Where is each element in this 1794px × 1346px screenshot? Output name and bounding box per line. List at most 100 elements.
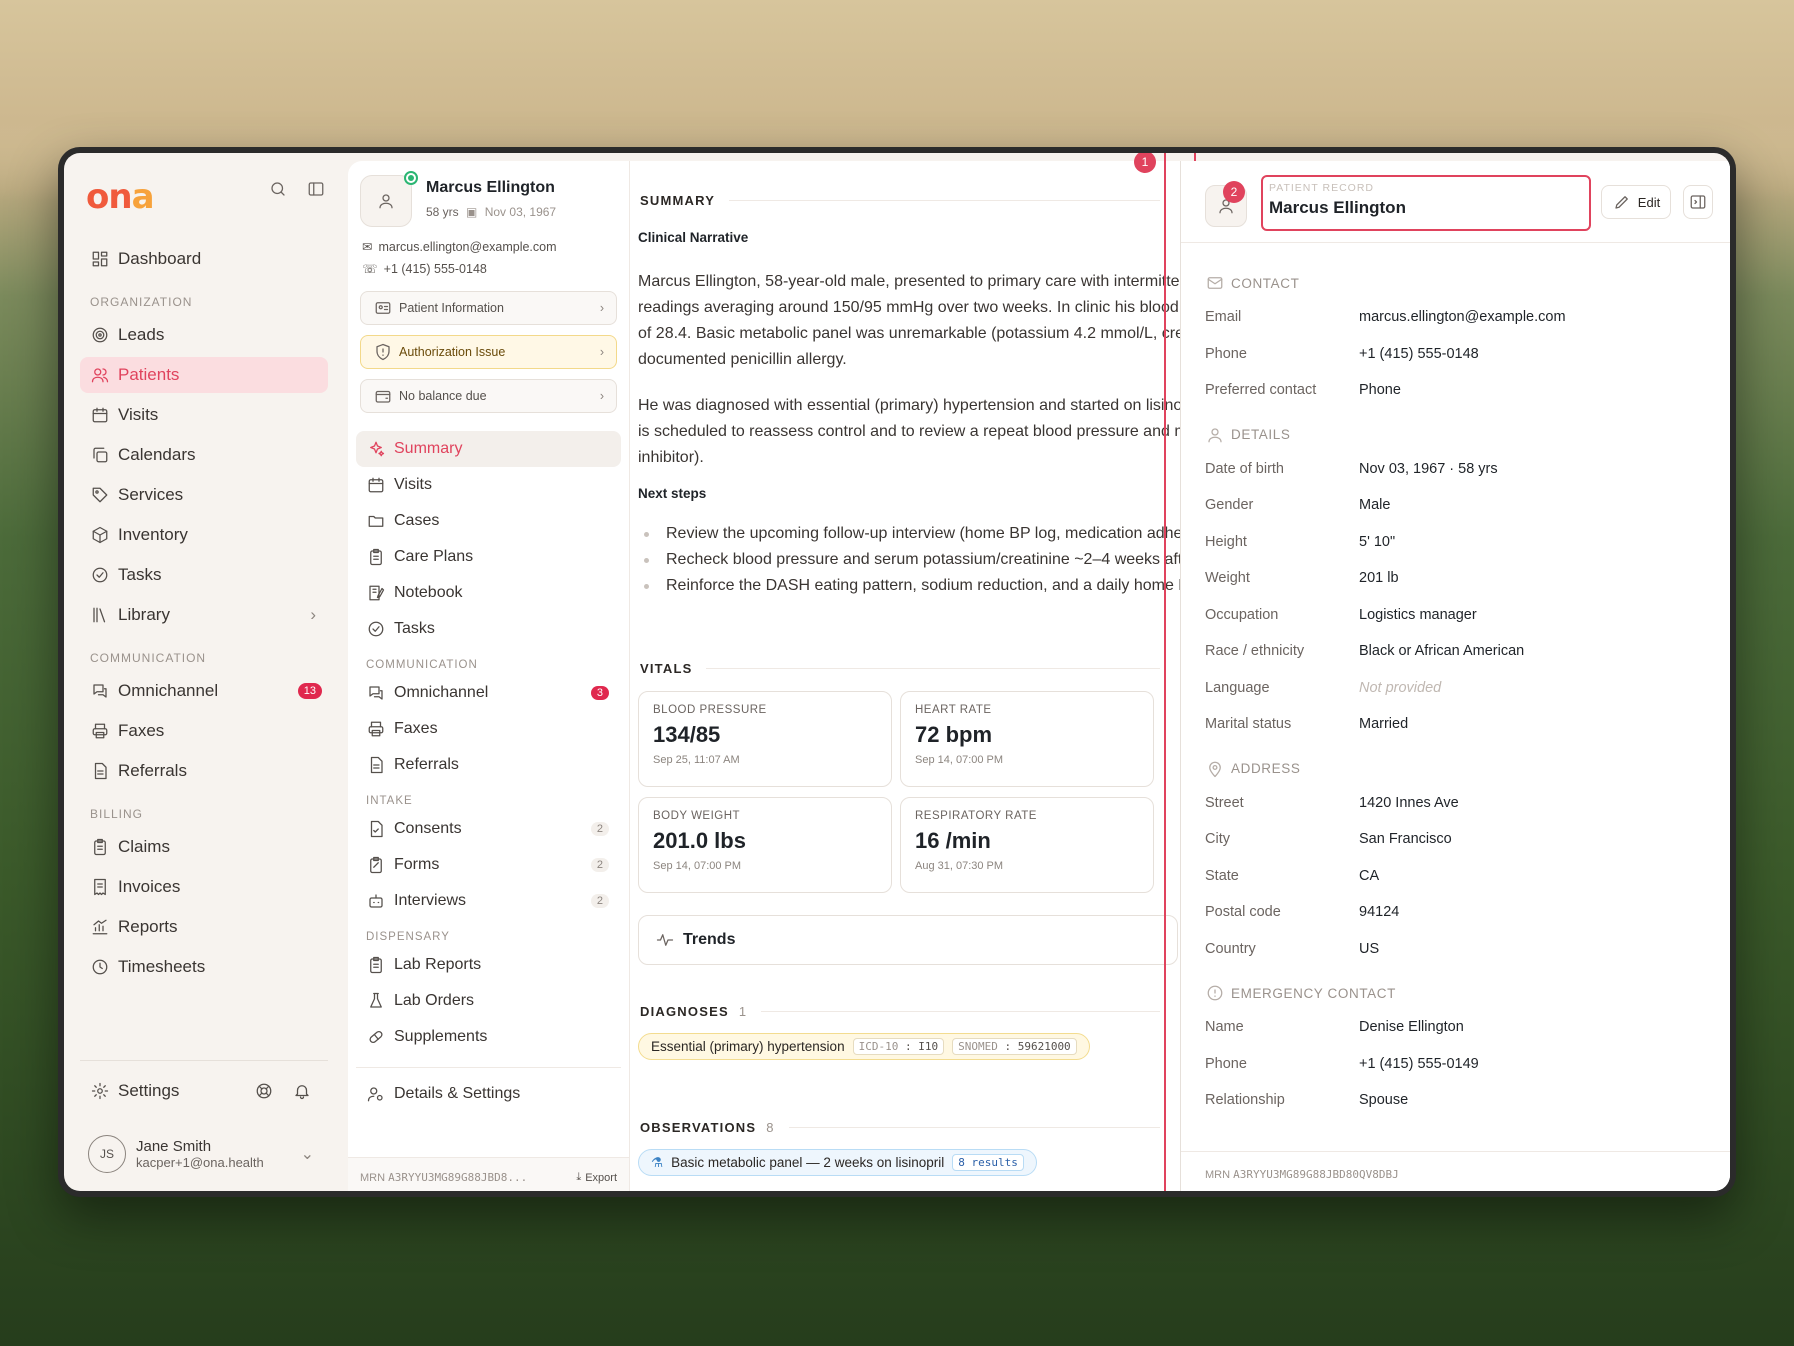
tab-cases[interactable]: Cases: [356, 503, 621, 539]
chart-icon: [90, 917, 110, 937]
sidebar-toggle-icon[interactable]: [306, 179, 326, 199]
record-row: Height 5' 10": [1205, 524, 1710, 561]
field-value: 5' 10": [1359, 533, 1396, 550]
sidebar-item-tasks[interactable]: Tasks: [80, 557, 328, 593]
observation-chip[interactable]: ⚗ Basic metabolic panel — 2 weeks on lis…: [638, 1149, 1037, 1176]
patient-meta: 58 yrs ▣ Nov 03, 1967: [426, 205, 556, 219]
field-value: San Francisco: [1359, 831, 1452, 848]
panel-right-icon: [1688, 192, 1708, 212]
patient-phone[interactable]: ☏ +1 (415) 555-0148: [362, 261, 487, 277]
tab-lab-reports[interactable]: Lab Reports: [356, 947, 621, 983]
pencil-icon: [1612, 192, 1632, 212]
sidebar-item-library[interactable]: Library ›: [80, 597, 328, 633]
section-title-text: DETAILS: [1231, 427, 1291, 442]
field-value: Spouse: [1359, 1092, 1409, 1109]
export-button[interactable]: ⤓ Export: [576, 1171, 617, 1184]
diagnosis-chip[interactable]: Essential (primary) hypertension ICD-10 …: [638, 1033, 1090, 1060]
observations-heading-text: OBSERVATIONS: [640, 1120, 757, 1135]
sidebar-item-label: Patients: [118, 365, 180, 384]
sidebar-item-label: Settings: [118, 1081, 180, 1100]
tab-label: Notebook: [394, 584, 463, 601]
record-row: State CA: [1205, 858, 1710, 895]
notebook-pen-icon: [366, 583, 386, 603]
tab-faxes[interactable]: Faxes: [356, 711, 621, 747]
document-icon: [90, 761, 110, 781]
sidebar-item-faxes[interactable]: Faxes: [80, 713, 328, 749]
tab-referrals[interactable]: Referrals: [356, 747, 621, 783]
search-icon[interactable]: [268, 179, 288, 199]
field-value[interactable]: +1 (415) 555-0149: [1359, 1056, 1479, 1072]
tab-care-plans[interactable]: Care Plans: [356, 539, 621, 575]
bell-icon[interactable]: [292, 1081, 312, 1101]
field-value[interactable]: marcus.ellington@example.com: [1359, 309, 1566, 325]
tab-lab-orders[interactable]: Lab Orders: [356, 983, 621, 1019]
snomed-key: SNOMED: [958, 1040, 998, 1053]
sidebar-item-label: Calendars: [118, 445, 196, 464]
tab-omnichannel[interactable]: Omnichannel 3: [356, 675, 621, 711]
collapse-panel-button[interactable]: [1683, 185, 1713, 219]
field-value: Male: [1359, 497, 1391, 514]
field-value: Logistics manager: [1359, 606, 1477, 623]
sidebar-item-reports[interactable]: Reports: [80, 909, 328, 945]
tab-consents[interactable]: Consents 2: [356, 811, 621, 847]
field-label: Language: [1205, 679, 1270, 696]
sidebar-item-inventory[interactable]: Inventory: [80, 517, 328, 553]
balance-button[interactable]: No balance due ›: [360, 379, 617, 413]
sidebar-item-label: Inventory: [118, 525, 188, 544]
tab-forms[interactable]: Forms 2: [356, 847, 621, 883]
tab-interviews[interactable]: Interviews 2: [356, 883, 621, 919]
tab-details-settings[interactable]: Details & Settings: [356, 1076, 621, 1112]
tab-summary[interactable]: Summary: [356, 431, 621, 467]
trends-button[interactable]: Trends: [638, 915, 1178, 965]
sidebar-item-leads[interactable]: Leads: [80, 317, 328, 353]
chat-icon: [366, 683, 386, 703]
contact-section-title: CONTACT: [1205, 267, 1710, 299]
diagnosis-name: Essential (primary) hypertension: [651, 1039, 845, 1054]
sidebar-item-invoices[interactable]: Invoices: [80, 869, 328, 905]
main-sidebar: ona Dashboard ORGANIZATION Leads Patient…: [64, 153, 338, 1191]
patient-name: Marcus Ellington: [426, 179, 555, 196]
help-lifebuoy-icon[interactable]: [254, 1081, 274, 1101]
button-label: Patient Information: [399, 301, 504, 315]
tab-visits[interactable]: Visits: [356, 467, 621, 503]
sidebar-item-calendars[interactable]: Calendars: [80, 437, 328, 473]
sidebar-item-patients[interactable]: Patients: [80, 357, 328, 393]
vital-card-heart-rate[interactable]: HEART RATE 72 bpm Sep 14, 07:00 PM: [900, 691, 1154, 787]
sidebar-item-omnichannel[interactable]: Omnichannel 13: [80, 673, 328, 709]
sidebar-item-label: Library: [118, 605, 170, 624]
sidebar-item-timesheets[interactable]: Timesheets: [80, 949, 328, 985]
sidebar-item-referrals[interactable]: Referrals: [80, 753, 328, 789]
field-value: Nov 03, 1967 · 58 yrs: [1359, 460, 1498, 477]
gear-icon: [90, 1081, 110, 1101]
record-title-field[interactable]: PATIENT RECORD Marcus Ellington: [1261, 175, 1591, 231]
field-value[interactable]: +1 (415) 555-0148: [1359, 346, 1479, 362]
sidebar-item-label: Reports: [118, 917, 178, 936]
sparkles-icon: [366, 439, 386, 459]
patient-information-button[interactable]: Patient Information ›: [360, 291, 617, 325]
vital-card-respiratory-rate[interactable]: RESPIRATORY RATE 16 /min Aug 31, 07:30 P…: [900, 797, 1154, 893]
library-icon: [90, 605, 110, 625]
chevron-down-icon[interactable]: ⌄: [301, 1144, 314, 1164]
tab-tasks[interactable]: Tasks: [356, 611, 621, 647]
sidebar-item-dashboard[interactable]: Dashboard: [80, 241, 328, 277]
field-label: Gender: [1205, 497, 1254, 514]
sidebar-item-claims[interactable]: Claims: [80, 829, 328, 865]
summary-heading: SUMMARY: [640, 193, 1160, 208]
field-label: Relationship: [1205, 1092, 1285, 1109]
icd-key: ICD-10: [858, 1040, 899, 1053]
user-menu[interactable]: JS Jane Smith kacper+1@ona.health ⌄: [80, 1113, 328, 1191]
edit-button[interactable]: Edit: [1601, 185, 1671, 219]
chat-icon: [90, 681, 110, 701]
tab-notebook[interactable]: Notebook: [356, 575, 621, 611]
target-icon: [90, 325, 110, 345]
sidebar-item-visits[interactable]: Visits: [80, 397, 328, 433]
tab-supplements[interactable]: Supplements: [356, 1019, 621, 1055]
ona-logo[interactable]: ona: [86, 177, 155, 217]
sidebar-item-services[interactable]: Services: [80, 477, 328, 513]
patient-phone-text: +1 (415) 555-0148: [383, 261, 487, 276]
vital-card-blood-pressure[interactable]: BLOOD PRESSURE 134/85 Sep 25, 11:07 AM: [638, 691, 892, 787]
patient-email[interactable]: ✉ marcus.ellington@example.com: [362, 239, 557, 255]
sidebar-item-settings[interactable]: Settings: [80, 1073, 328, 1109]
authorization-issue-button[interactable]: Authorization Issue ›: [360, 335, 617, 369]
vital-card-body-weight[interactable]: BODY WEIGHT 201.0 lbs Sep 14, 07:00 PM: [638, 797, 892, 893]
